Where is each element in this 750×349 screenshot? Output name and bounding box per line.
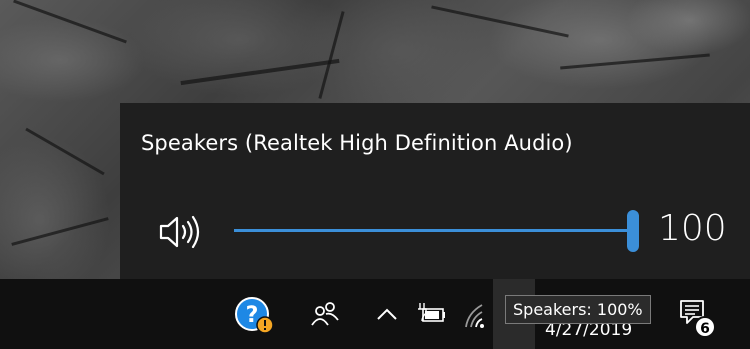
network-icon[interactable] xyxy=(462,301,490,329)
rock-crack xyxy=(431,5,569,38)
volume-tooltip: Speakers: 100% xyxy=(505,295,651,324)
volume-slider-track[interactable] xyxy=(234,229,634,232)
volume-slider-fill xyxy=(234,229,634,232)
rock-crack xyxy=(13,0,127,44)
volume-flyout: Speakers (Realtek High Definition Audio)… xyxy=(120,103,750,279)
rock-crack xyxy=(180,58,340,86)
rock-crack xyxy=(318,11,345,99)
people-icon[interactable] xyxy=(310,301,340,329)
chevron-up-icon[interactable] xyxy=(376,307,398,321)
audio-device-name[interactable]: Speakers (Realtek High Definition Audio) xyxy=(141,131,573,155)
volume-slider-thumb[interactable] xyxy=(627,210,639,252)
rock-crack xyxy=(560,53,710,70)
volume-value: 100 xyxy=(658,208,727,249)
help-icon[interactable]: ? xyxy=(233,297,275,335)
rock-crack xyxy=(11,217,109,246)
battery-charging-icon[interactable] xyxy=(414,301,446,325)
speaker-icon[interactable] xyxy=(158,213,204,251)
rock-crack xyxy=(25,127,105,176)
notification-count-badge: 6 xyxy=(694,316,716,338)
